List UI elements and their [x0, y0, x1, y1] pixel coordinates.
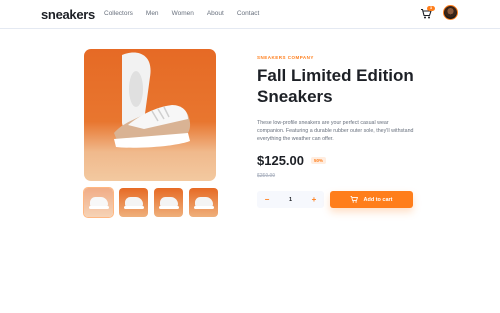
company-label: SNEAKERS COMPANY — [257, 55, 314, 60]
nav-link-men[interactable]: Men — [146, 10, 159, 17]
nav-link-collectors[interactable]: Collectors — [104, 10, 133, 17]
logo[interactable]: sneakers — [41, 7, 95, 22]
nav-link-about[interactable]: About — [207, 10, 224, 17]
sneaker-image-icon — [114, 52, 191, 148]
site-header: sneakers Collectors Men Women About Cont… — [0, 0, 500, 29]
nav-link-contact[interactable]: Contact — [237, 10, 259, 17]
thumbnail-3[interactable] — [154, 188, 183, 217]
increment-button[interactable]: + — [310, 191, 318, 208]
thumbnail-2[interactable] — [119, 188, 148, 217]
add-to-cart-label: Add to cart — [363, 196, 393, 203]
nav-link-women[interactable]: Women — [172, 10, 194, 17]
avatar[interactable] — [443, 5, 458, 20]
product-title: Fall Limited Edition Sneakers — [257, 66, 414, 106]
quantity-stepper: − 1 + — [257, 191, 324, 208]
discount-badge: 50% — [311, 157, 327, 164]
thumbnail-gallery — [83, 187, 218, 218]
quantity-value: 1 — [288, 196, 293, 203]
decrement-button[interactable]: − — [263, 191, 271, 208]
original-price: $250.00 — [257, 173, 276, 179]
thumbnail-1[interactable] — [83, 187, 114, 218]
main-nav: Collectors Men Women About Contact — [104, 10, 272, 17]
cart-icon — [350, 196, 359, 203]
cart-count-badge: 3 — [427, 6, 435, 11]
current-price: $125.00 — [257, 153, 304, 168]
product-description: These low-profile sneakers are your perf… — [257, 120, 414, 142]
add-to-cart-button[interactable]: Add to cart — [330, 191, 413, 208]
product-main-image[interactable] — [84, 49, 216, 181]
thumbnail-4[interactable] — [189, 188, 218, 217]
